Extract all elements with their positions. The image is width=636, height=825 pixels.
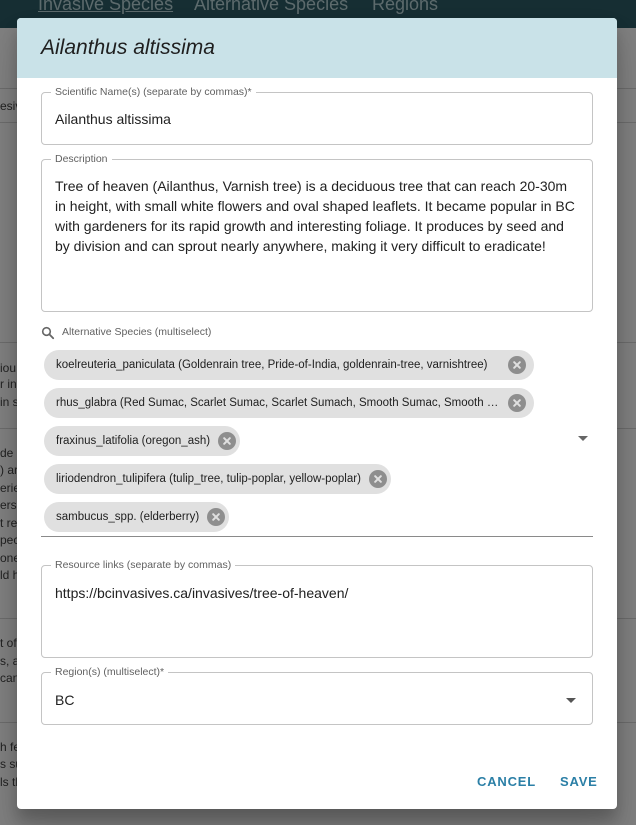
chevron-down-icon[interactable] <box>578 436 588 441</box>
alternative-species-chip[interactable]: sambucus_spp. (elderberry) <box>44 502 230 532</box>
save-button[interactable]: SAVE <box>560 774 598 789</box>
chip-delete-icon[interactable] <box>508 394 526 412</box>
alternative-species-chip[interactable]: rhus_glabra (Red Sumac, Scarlet Sumac, S… <box>44 388 534 418</box>
scientific-name-field[interactable]: Scientific Name(s) (separate by commas)*… <box>41 86 593 145</box>
search-icon <box>41 326 55 340</box>
regions-value: BC <box>55 692 75 708</box>
chip-label: liriodendron_tulipifera (tulip_tree, tul… <box>56 473 361 485</box>
resource-links-input[interactable]: https://bcinvasives.ca/invasives/tree-of… <box>55 585 348 601</box>
chip-label: sambucus_spp. (elderberry) <box>56 511 200 523</box>
alternative-species-underline <box>41 536 593 537</box>
alternative-species-chip[interactable]: fraxinus_latifolia (oregon_ash) <box>44 426 241 456</box>
chevron-down-icon[interactable] <box>566 698 576 703</box>
chip-delete-icon[interactable] <box>218 432 237 450</box>
chip-delete-icon[interactable] <box>368 470 387 488</box>
chip-delete-icon[interactable] <box>207 508 226 526</box>
description-textarea[interactable]: Tree of heaven (Ailanthus, Varnish tree)… <box>55 176 580 256</box>
scientific-name-label: Scientific Name(s) (separate by commas)* <box>51 86 256 98</box>
alternative-species-label: Alternative Species (multiselect) <box>62 326 212 338</box>
edit-species-dialog: Ailanthus altissima Scientific Name(s) (… <box>17 18 617 809</box>
chip-label: fraxinus_latifolia (oregon_ash) <box>56 435 211 447</box>
chip-label: koelreuteria_paniculata (Goldenrain tree… <box>56 359 488 371</box>
chip-label: rhus_glabra (Red Sumac, Scarlet Sumac, S… <box>56 397 500 409</box>
description-field[interactable]: Description Tree of heaven (Ailanthus, V… <box>41 153 593 312</box>
dialog-header: Ailanthus altissima <box>17 18 617 78</box>
scientific-name-input[interactable]: Ailanthus altissima <box>55 111 171 127</box>
alternative-species-chip[interactable]: liriodendron_tulipifera (tulip_tree, tul… <box>44 464 391 494</box>
regions-select[interactable]: Region(s) (multiselect)* BC <box>41 666 593 725</box>
alternative-species-chip[interactable]: koelreuteria_paniculata (Goldenrain tree… <box>44 350 534 380</box>
dialog-title: Ailanthus altissima <box>41 36 215 59</box>
resource-links-field[interactable]: Resource links (separate by commas) http… <box>41 559 593 658</box>
cancel-button[interactable]: CANCEL <box>477 774 536 789</box>
chip-delete-icon[interactable] <box>508 356 526 374</box>
resource-links-label: Resource links (separate by commas) <box>51 559 236 571</box>
description-label: Description <box>51 153 112 165</box>
regions-label: Region(s) (multiselect)* <box>51 666 169 678</box>
